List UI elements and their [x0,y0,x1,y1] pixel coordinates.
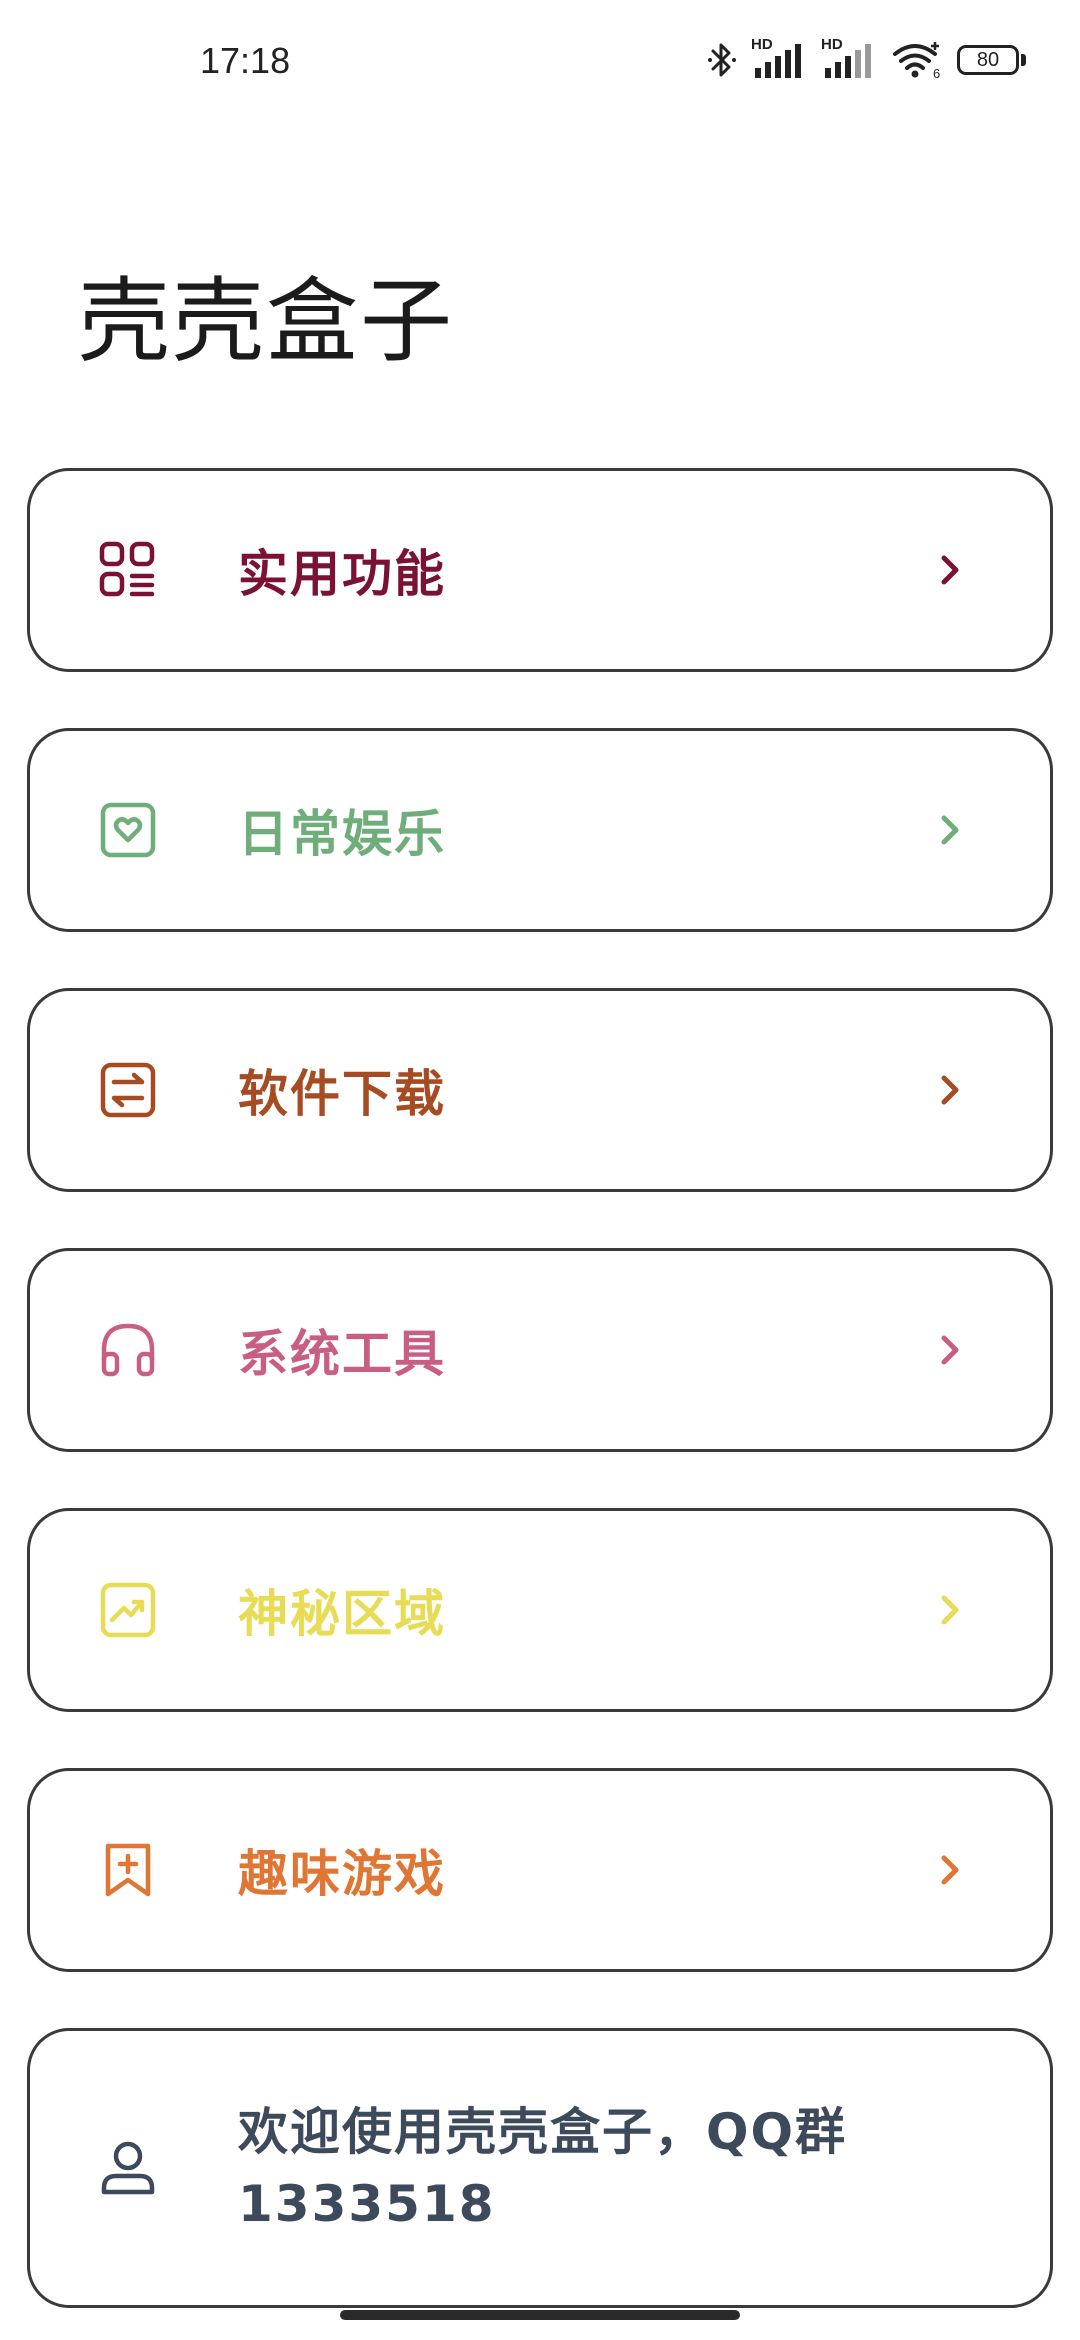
headphones-icon [98,1320,158,1380]
home-indicator[interactable] [340,2310,740,2320]
status-icons: HD HD 6 80 [707,36,1026,82]
menu-list: 实用功能 日常娱乐 软件下载 系统工具 神秘区域 趣味游戏 欢迎使用壳壳盒子，Q… [27,468,1053,2308]
trending-square-icon [98,1580,158,1640]
signal-strength-icon-1: HD [751,36,807,80]
bookmark-plus-icon [98,1840,158,1900]
welcome-text: 欢迎使用壳壳盒子，QQ群1333518 [238,2103,848,2233]
menu-item-software-download[interactable]: 软件下载 [27,988,1053,1192]
chevron-right-icon [930,1330,970,1370]
menu-item-label: 实用功能 [238,545,446,603]
menu-item-practical-features[interactable]: 实用功能 [27,468,1053,672]
signal-strength-icon-2: HD [821,36,877,80]
wifi-icon: 6 [891,40,943,80]
menu-item-label: 软件下载 [238,1065,446,1123]
menu-item-label: 神秘区域 [238,1585,446,1643]
menu-item-label: 日常娱乐 [238,805,446,863]
transfer-square-icon [98,1060,158,1120]
bluetooth-icon [707,40,737,80]
menu-item-label: 系统工具 [238,1325,446,1383]
menu-item-fun-games[interactable]: 趣味游戏 [27,1768,1053,1972]
status-time: 17:18 [200,40,291,81]
user-icon [98,2138,158,2198]
battery-level: 80 [957,45,1019,75]
chevron-right-icon [930,550,970,590]
chevron-right-icon [930,1850,970,1890]
page-title: 壳壳盒子 [78,268,455,375]
menu-item-mystery-zone[interactable]: 神秘区域 [27,1508,1053,1712]
wifi-badge: 6 [933,66,940,80]
menu-item-label: 趣味游戏 [238,1845,446,1903]
chevron-right-icon [930,1070,970,1110]
chevron-right-icon [930,1590,970,1630]
grid-apps-icon [98,540,158,600]
menu-item-daily-entertainment[interactable]: 日常娱乐 [27,728,1053,932]
chevron-right-icon [930,810,970,850]
battery-icon: 80 [957,45,1026,75]
menu-item-system-tools[interactable]: 系统工具 [27,1248,1053,1452]
heart-square-icon [98,800,158,860]
status-bar: 17:18 HD HD 6 80 [0,0,1080,130]
welcome-info-card: 欢迎使用壳壳盒子，QQ群1333518 [27,2028,1053,2308]
